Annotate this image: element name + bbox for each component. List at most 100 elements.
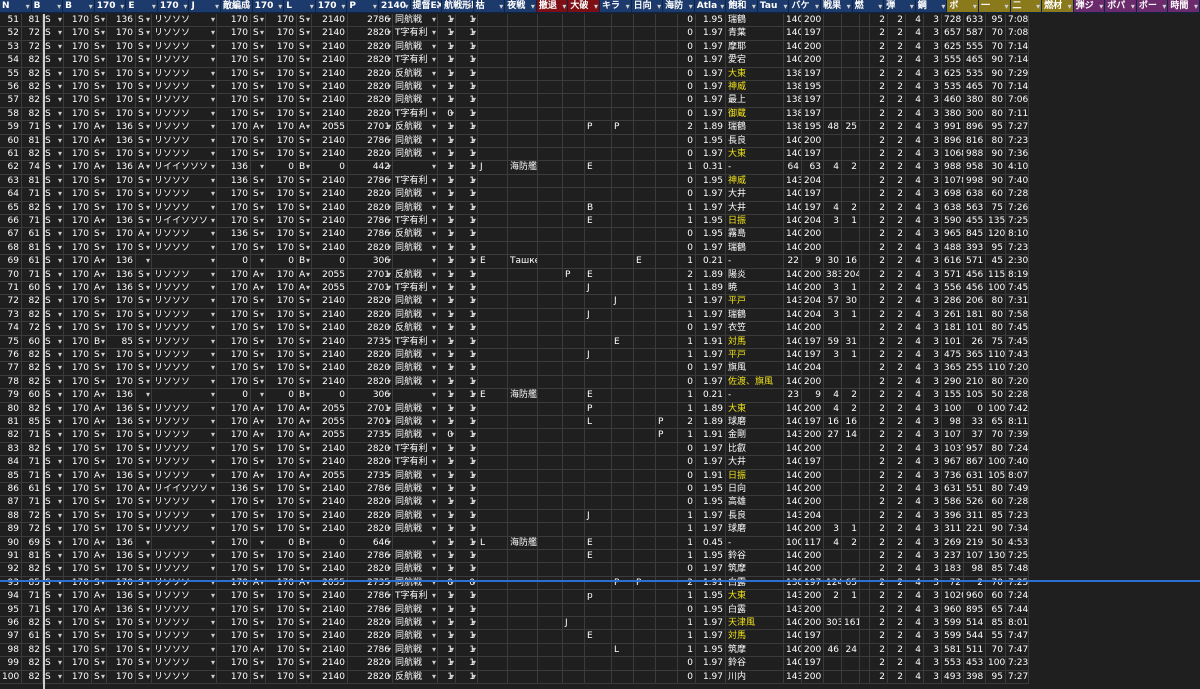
table-cell[interactable]: S: [92, 81, 107, 95]
table-cell[interactable]: [538, 67, 563, 81]
table-cell[interactable]: 1.97: [696, 362, 726, 376]
table-cell[interactable]: [478, 121, 508, 135]
table-cell[interactable]: 136: [217, 228, 251, 242]
table-cell[interactable]: 143: [784, 670, 802, 684]
table-cell[interactable]: 124: [824, 576, 842, 591]
table-cell[interactable]: 反航戦: [393, 322, 438, 336]
table-cell[interactable]: 8:01: [1006, 617, 1029, 631]
table-cell[interactable]: [824, 496, 842, 510]
table-cell[interactable]: リソソソ: [152, 295, 217, 309]
table-cell[interactable]: 1: [438, 188, 456, 202]
table-cell[interactable]: [860, 54, 870, 68]
table-cell[interactable]: 170: [266, 148, 297, 162]
table-cell[interactable]: 1: [438, 375, 456, 390]
table-cell[interactable]: 0: [964, 402, 986, 416]
table-cell[interactable]: [656, 563, 678, 577]
table-cell[interactable]: 170: [64, 81, 92, 95]
table-cell[interactable]: 4: [906, 375, 924, 390]
table-cell[interactable]: 170: [107, 362, 136, 376]
table-cell[interactable]: 2820: [348, 27, 393, 41]
table-cell[interactable]: [538, 576, 563, 591]
table-cell[interactable]: 170: [217, 349, 251, 363]
table-cell[interactable]: [634, 215, 656, 229]
table-cell[interactable]: 0.31: [696, 161, 726, 175]
table-cell[interactable]: 170: [266, 630, 297, 644]
table-cell[interactable]: 200: [802, 282, 824, 296]
table-cell[interactable]: [538, 107, 563, 122]
table-cell[interactable]: E: [585, 161, 612, 175]
table-cell[interactable]: S: [136, 456, 152, 470]
table-cell[interactable]: [656, 643, 678, 658]
table-cell[interactable]: 286: [942, 295, 964, 309]
table-cell[interactable]: 0: [678, 322, 696, 336]
table-cell[interactable]: 1078: [942, 174, 964, 189]
table-cell[interactable]: [563, 643, 585, 658]
table-cell[interactable]: [585, 295, 612, 309]
table-cell[interactable]: 170: [217, 630, 251, 644]
table-cell[interactable]: 0.21: [696, 255, 726, 269]
table-cell[interactable]: [585, 576, 612, 591]
table-cell[interactable]: [860, 523, 870, 537]
table-cell[interactable]: [538, 523, 563, 537]
table-cell[interactable]: S: [43, 14, 64, 28]
table-cell[interactable]: S: [136, 576, 152, 591]
table-cell[interactable]: 4: [906, 523, 924, 537]
table-cell[interactable]: 2: [870, 590, 888, 604]
table-cell[interactable]: 2140: [312, 603, 348, 617]
table-cell[interactable]: リソソソ: [152, 375, 217, 390]
table-cell[interactable]: 200: [802, 442, 824, 457]
table-cell[interactable]: S: [136, 643, 152, 658]
table-cell[interactable]: S: [43, 241, 64, 256]
table-cell[interactable]: 2: [888, 442, 906, 457]
table-cell[interactable]: [538, 241, 563, 256]
table-cell[interactable]: 2: [870, 657, 888, 671]
table-cell[interactable]: 200: [802, 550, 824, 564]
table-cell[interactable]: 45: [986, 255, 1006, 269]
table-cell[interactable]: 170: [266, 174, 297, 189]
table-cell[interactable]: [656, 121, 678, 135]
table-cell[interactable]: 170: [217, 362, 251, 376]
table-cell[interactable]: 4: [906, 563, 924, 577]
table-cell[interactable]: [824, 563, 842, 577]
table-cell[interactable]: 0: [678, 14, 696, 28]
table-cell[interactable]: 197: [802, 456, 824, 470]
table-cell[interactable]: 101: [942, 335, 964, 349]
table-cell[interactable]: [563, 389, 585, 403]
table-cell[interactable]: 4: [824, 389, 842, 403]
table-cell[interactable]: 85: [22, 416, 43, 430]
table-cell[interactable]: 4: [906, 121, 924, 135]
table-cell[interactable]: S: [136, 121, 152, 135]
table-cell[interactable]: [563, 94, 585, 108]
table-cell[interactable]: [563, 590, 585, 604]
table-cell[interactable]: 1: [438, 657, 456, 671]
table-cell[interactable]: E: [585, 389, 612, 403]
table-cell[interactable]: 93: [0, 576, 22, 591]
table-cell[interactable]: 46: [824, 643, 842, 658]
table-cell[interactable]: S: [92, 483, 107, 497]
table-cell[interactable]: 170: [64, 456, 92, 470]
table-cell[interactable]: 82: [22, 201, 43, 215]
table-cell[interactable]: J: [478, 161, 508, 175]
table-cell[interactable]: 136: [107, 268, 136, 282]
table-cell[interactable]: [824, 362, 842, 376]
table-cell[interactable]: 1: [456, 483, 478, 497]
table-cell[interactable]: 551: [964, 483, 986, 497]
table-cell[interactable]: 61: [22, 483, 43, 497]
table-cell[interactable]: 2140: [312, 483, 348, 497]
table-cell[interactable]: 170: [217, 148, 251, 162]
table-cell[interactable]: 55: [0, 67, 22, 81]
table-cell[interactable]: [508, 94, 538, 108]
table-cell[interactable]: [612, 134, 634, 148]
table-cell[interactable]: [612, 94, 634, 108]
table-cell[interactable]: [824, 630, 842, 644]
table-cell[interactable]: 197: [802, 67, 824, 81]
table-cell[interactable]: 82: [22, 442, 43, 457]
table-cell[interactable]: [612, 27, 634, 41]
table-cell[interactable]: 396: [942, 509, 964, 524]
table-cell[interactable]: 82: [22, 563, 43, 577]
table-cell[interactable]: S: [136, 509, 152, 524]
table-cell[interactable]: [612, 54, 634, 68]
table-cell[interactable]: 2: [870, 40, 888, 55]
table-cell[interactable]: 同航戦: [393, 657, 438, 671]
table-cell[interactable]: 1: [456, 429, 478, 443]
